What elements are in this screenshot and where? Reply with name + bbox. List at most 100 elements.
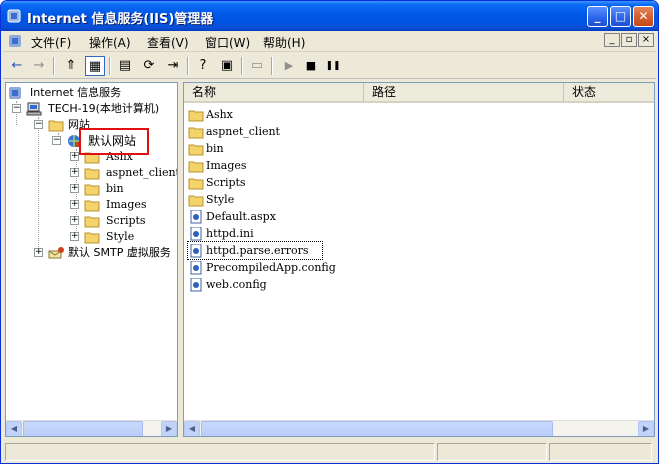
status-bar: [3, 441, 656, 463]
mdi-close-button[interactable]: ×: [638, 33, 654, 47]
file-icon: [190, 227, 202, 241]
toolbar-separator: [187, 57, 189, 75]
list-item-name: web.config: [206, 278, 267, 291]
mdi-restore-button[interactable]: ▫: [621, 33, 637, 47]
scroll-left-arrow[interactable]: ◀: [184, 421, 200, 436]
list-item-name: PrecompiledApp.config: [206, 261, 336, 274]
file-icon: [190, 261, 202, 275]
tree-item-images[interactable]: + Images: [70, 197, 177, 213]
list-horizontal-scrollbar[interactable]: ◀ ▶: [184, 420, 654, 436]
menu-file[interactable]: 文件(F): [31, 34, 71, 51]
menu-bar: 文件(F) 操作(A) 查看(V) 窗口(W) 帮助(H) _ ▫ ×: [3, 31, 656, 52]
tree-label-root: Internet 信息服务: [30, 86, 122, 99]
folder-icon: [48, 120, 64, 132]
list-pane[interactable]: 名称 路径 状态 Ashx aspnet_client bin Images Scrip…: [183, 82, 655, 437]
forward-button[interactable]: →: [29, 56, 49, 76]
menu-view[interactable]: 查看(V): [147, 34, 189, 51]
menu-window[interactable]: 窗口(W): [205, 34, 250, 51]
folder-icon: [84, 168, 100, 180]
maximize-button[interactable]: □: [610, 6, 631, 27]
minimize-button[interactable]: _: [587, 6, 608, 27]
list-item-name: bin: [206, 142, 224, 155]
smtp-server-icon: [48, 247, 64, 259]
folder-icon: [84, 184, 100, 196]
list-item[interactable]: httpd.parse.errors: [187, 241, 323, 260]
tree-item-scripts[interactable]: + Scripts: [70, 213, 177, 229]
up-one-level-button[interactable]: ⇑: [61, 56, 81, 76]
tree-item-style[interactable]: + Style: [70, 229, 177, 245]
help-button[interactable]: ?: [193, 56, 213, 76]
file-icon: [190, 278, 202, 292]
file-icon: [190, 244, 202, 258]
collapse-toggle[interactable]: −: [12, 104, 21, 113]
computer-button[interactable]: ▭: [247, 56, 267, 76]
show-hide-tree-button[interactable]: ▦: [85, 56, 105, 76]
tree-label-computer: TECH-19(本地计算机): [48, 102, 160, 115]
tree-label-child: bin: [106, 182, 124, 195]
refresh-button[interactable]: ⟳: [139, 56, 159, 76]
folder-icon: [188, 161, 204, 173]
file-icon: [190, 210, 202, 224]
column-header-path[interactable]: 路径: [364, 83, 564, 103]
tree-item-root[interactable]: Internet 信息服务: [8, 85, 177, 101]
tree-line: [38, 117, 39, 255]
properties-button[interactable]: ▤: [115, 56, 135, 76]
expand-toggle[interactable]: +: [34, 248, 43, 257]
toolbar-separator: [53, 57, 55, 75]
scroll-right-arrow[interactable]: ▶: [638, 421, 654, 436]
toolbar-separator: [109, 57, 111, 75]
list-item-name: Images: [206, 159, 247, 172]
status-cell: [437, 443, 547, 461]
expand-toggle[interactable]: +: [70, 200, 79, 209]
status-cell: [5, 443, 435, 461]
collapse-toggle[interactable]: −: [52, 136, 61, 145]
expand-toggle[interactable]: +: [70, 216, 79, 225]
title-bar[interactable]: Internet 信息服务(IIS)管理器 _ □ ✕: [1, 1, 658, 31]
scroll-thumb[interactable]: [23, 421, 143, 436]
tree-label-child: Style: [106, 230, 135, 243]
expand-toggle[interactable]: +: [70, 168, 79, 177]
tree-label-child: aspnet_client: [106, 166, 178, 179]
start-button[interactable]: ▶: [279, 56, 299, 76]
mmc-icon[interactable]: [7, 33, 23, 49]
iis-root-icon: [9, 87, 21, 99]
collapse-toggle[interactable]: −: [34, 120, 43, 129]
view-button[interactable]: ▣: [217, 56, 237, 76]
tree-item-bin[interactable]: + bin: [70, 181, 177, 197]
list-item-name: Style: [206, 193, 235, 206]
column-header-status[interactable]: 状态: [564, 83, 654, 103]
list-item-name: Scripts: [206, 176, 246, 189]
iis-manager-window: Internet 信息服务(IIS)管理器 _ □ ✕ 文件(F) 操作(A) …: [0, 0, 659, 464]
expand-toggle[interactable]: +: [70, 184, 79, 193]
toolbar-separator: [241, 57, 243, 75]
folder-icon: [84, 232, 100, 244]
scroll-thumb[interactable]: [201, 421, 553, 436]
toolbar-separator: [271, 57, 273, 75]
list-item-name: aspnet_client: [206, 125, 280, 138]
tree-item-aspnet-client[interactable]: + aspnet_client: [70, 165, 178, 181]
folder-icon: [188, 127, 204, 139]
expand-toggle[interactable]: +: [70, 152, 79, 161]
export-list-button[interactable]: ⇥: [163, 56, 183, 76]
tree-item-computer[interactable]: − TECH-19(本地计算机): [12, 101, 177, 117]
menu-help[interactable]: 帮助(H): [263, 34, 305, 51]
column-header-name[interactable]: 名称: [184, 83, 364, 103]
scroll-left-arrow[interactable]: ◀: [6, 421, 22, 436]
expand-toggle[interactable]: +: [70, 232, 79, 241]
folder-icon: [188, 144, 204, 156]
folder-icon: [188, 195, 204, 207]
list-item-name: httpd.ini: [206, 227, 254, 240]
tree-item-smtp[interactable]: + 默认 SMTP 虚拟服务: [34, 245, 177, 261]
close-button[interactable]: ✕: [633, 6, 654, 27]
stop-button[interactable]: ■: [301, 56, 321, 76]
pause-button[interactable]: ❚❚: [323, 56, 343, 76]
menu-action[interactable]: 操作(A): [89, 34, 131, 51]
folder-icon: [188, 178, 204, 190]
back-button[interactable]: ←: [7, 56, 27, 76]
window-title: Internet 信息服务(IIS)管理器: [27, 12, 214, 27]
scroll-right-arrow[interactable]: ▶: [161, 421, 177, 436]
mdi-minimize-button[interactable]: _: [604, 33, 620, 47]
iis-app-icon: [7, 9, 21, 23]
list-item-name: httpd.parse.errors: [206, 244, 309, 257]
tree-horizontal-scrollbar[interactable]: ◀ ▶: [6, 420, 177, 436]
